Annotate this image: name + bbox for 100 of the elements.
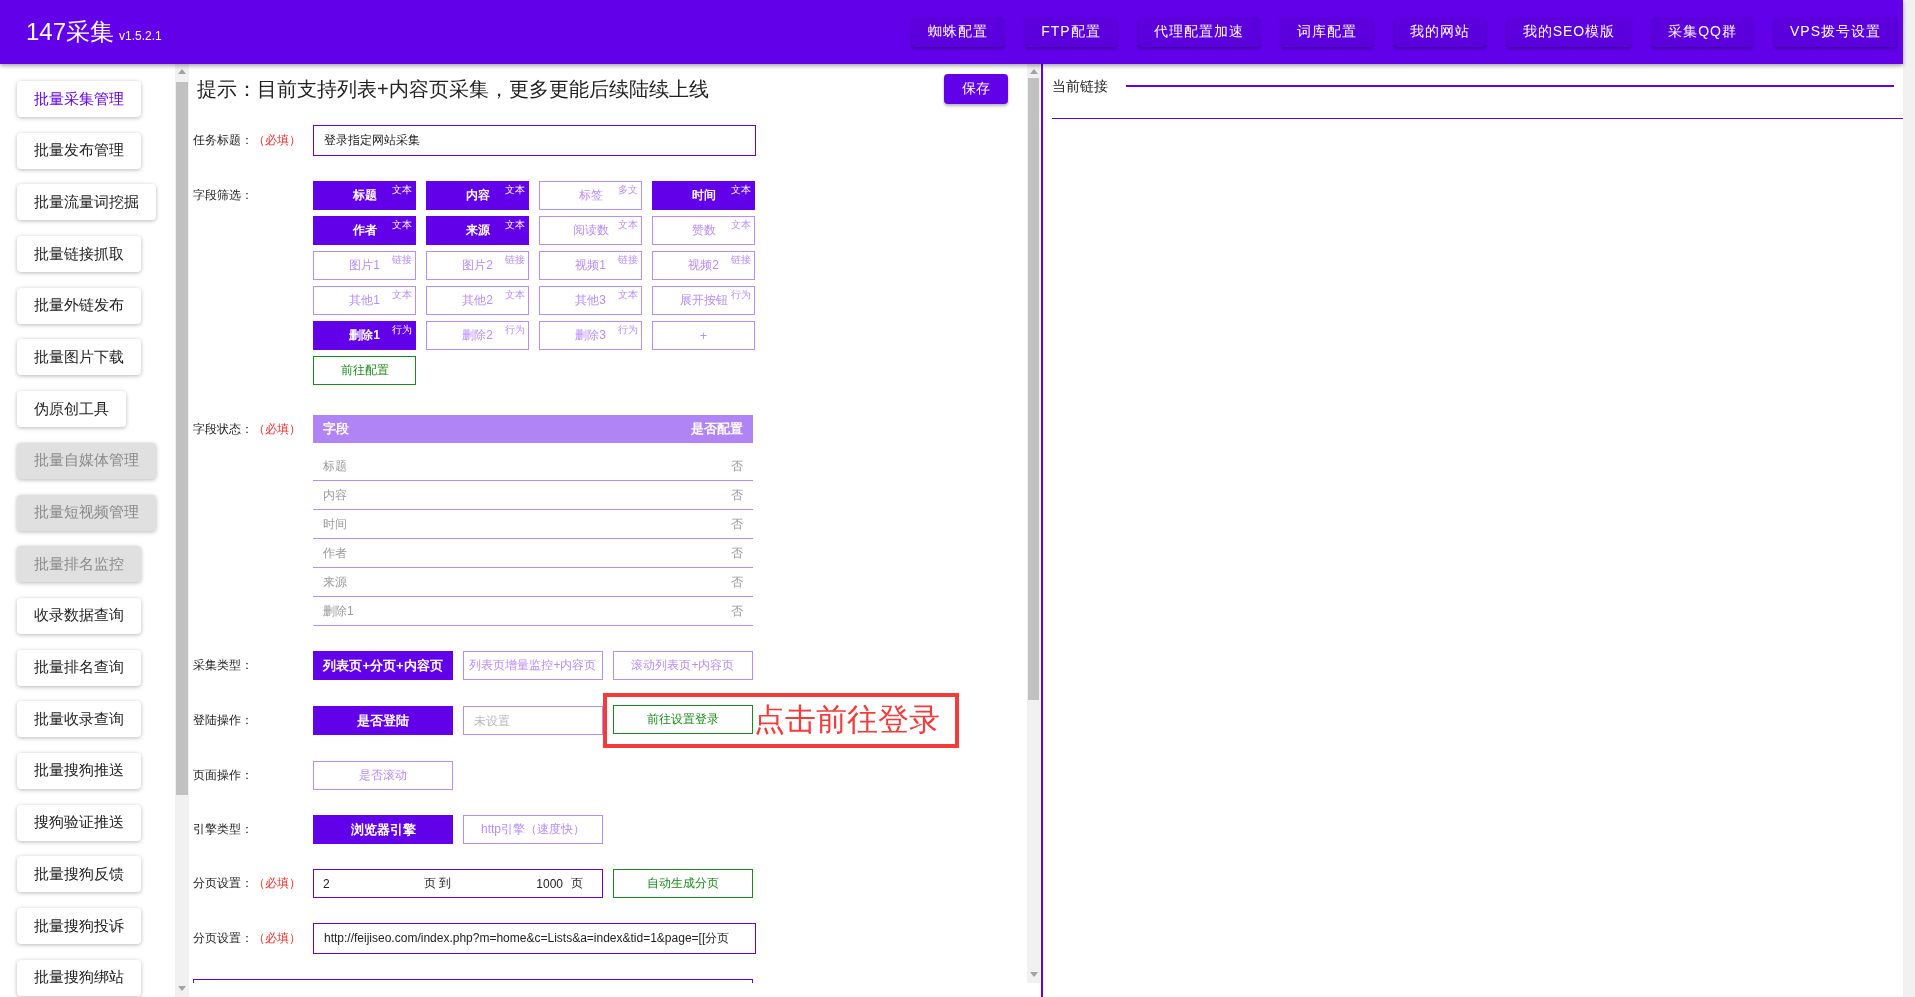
form-label: 字段筛选： [193, 187, 253, 204]
table-cell: 删除1 [323, 602, 354, 620]
field-toggle[interactable]: 内容 文本 [426, 181, 529, 210]
sidebar-item[interactable]: 批量外链发布 [17, 287, 141, 324]
table-cell: 否 [731, 457, 743, 475]
table-cell: 来源 [323, 573, 347, 591]
form-label: 引擎类型： [193, 821, 253, 838]
type-tag: 链接 [505, 254, 525, 266]
range-text: 页 到 [424, 875, 452, 892]
text-field[interactable]: http://feijiseo.com/index.php?m=home&c=Lists&a=index&tid=1&page=[[分页 [313, 923, 756, 954]
nav-button[interactable]: 我的SEO模版 [1506, 17, 1632, 47]
type-tag: 文本 [505, 289, 525, 301]
end-page-field[interactable]: 1000 [451, 873, 563, 894]
generate-pages-button[interactable]: 自动生成分页 [613, 869, 753, 898]
form-label: 登陆操作： [193, 712, 253, 729]
type-tag: 链接 [392, 254, 412, 266]
option-button[interactable]: 是否登陆 [313, 706, 453, 735]
type-tag: 链接 [731, 254, 751, 266]
form-label: 页面操作： [193, 767, 253, 784]
status-field[interactable]: 未设置 [463, 706, 603, 735]
sidebar-item[interactable]: 批量链接抓取 [17, 236, 141, 273]
table-cell: 否 [731, 602, 743, 620]
required-mark: （必填） [253, 132, 301, 149]
type-tag: 文本 [392, 289, 412, 301]
column-header: 是否配置 [691, 420, 743, 438]
login-setup-button[interactable]: 前往设置登录 [613, 705, 753, 734]
sidebar-item[interactable]: 批量采集管理 [17, 81, 141, 117]
annotation-text: 点击前往登录 [754, 704, 940, 735]
column-header: 字段 [323, 420, 349, 438]
nav-button[interactable]: VPS拨号设置 [1774, 17, 1897, 47]
table-cell: 否 [731, 515, 743, 533]
type-tag: 行为 [618, 324, 638, 336]
type-tag: 多文 [618, 184, 638, 196]
scroll-down-icon[interactable] [1029, 972, 1038, 977]
scrollbar-thumb[interactable] [176, 82, 188, 795]
form-label: 字段状态： [193, 421, 253, 438]
sidebar-item[interactable]: 收录数据查询 [17, 597, 141, 634]
configure-button[interactable]: 前往配置 [313, 356, 416, 385]
type-tag: 文本 [392, 219, 412, 231]
sidebar-item[interactable]: 批量图片下载 [17, 339, 141, 376]
field-toggle[interactable]: 作者 文本 [313, 216, 416, 245]
sidebar-item[interactable]: 批量发布管理 [17, 132, 141, 169]
type-tag: 行为 [505, 324, 525, 336]
table-cell: 作者 [323, 544, 347, 562]
field-toggle[interactable]: 标题 文本 [313, 181, 416, 210]
nav-button[interactable]: 我的网站 [1393, 17, 1486, 47]
link-label: 当前链接 [1052, 77, 1108, 96]
scroll-up-icon[interactable] [178, 69, 186, 74]
sidebar-item[interactable]: 批量搜狗投诉 [17, 908, 141, 944]
option-button[interactable]: 浏览器引擎 [313, 815, 453, 844]
scroll-up-icon[interactable] [1029, 69, 1038, 74]
scroll-down-icon[interactable] [178, 986, 186, 991]
form-label: 任务标题： [193, 132, 253, 149]
option-button[interactable]: 列表页+分页+内容页 [313, 651, 453, 680]
required-mark: （必填） [253, 875, 301, 892]
app-title: 147采集 [26, 17, 115, 47]
table-cell: 内容 [323, 486, 347, 504]
start-page-field[interactable]: 2 [314, 873, 414, 894]
scrollbar-thumb[interactable] [1028, 78, 1039, 700]
table-cell: 否 [731, 486, 743, 504]
field-toggle[interactable]: 时间 文本 [652, 181, 755, 210]
type-tag: 文本 [505, 219, 525, 231]
nav-button[interactable]: 采集QQ群 [1652, 17, 1753, 47]
sidebar-item[interactable]: 批量收录查询 [17, 701, 141, 738]
sidebar-item[interactable]: 批量流量词挖掘 [17, 184, 156, 221]
sidebar-item[interactable]: 搜狗验证推送 [17, 804, 141, 841]
nav-button[interactable]: 词库配置 [1280, 17, 1373, 47]
type-tag: 文本 [731, 184, 751, 196]
form-label: 分页设置： [193, 875, 253, 892]
type-tag: 链接 [618, 254, 638, 266]
form-label: 采集类型： [193, 657, 253, 674]
nav-button[interactable]: FTP配置 [1025, 17, 1117, 47]
type-tag: 文本 [731, 219, 751, 231]
sidebar-item[interactable]: 伪原创工具 [17, 391, 126, 428]
field-toggle[interactable]: 来源 文本 [426, 216, 529, 245]
nav-button[interactable]: 蜘蛛配置 [912, 17, 1005, 47]
type-tag: 文本 [392, 184, 412, 196]
form-label: 分页设置： [193, 930, 253, 947]
type-tag: 文本 [618, 219, 638, 231]
nav-button[interactable]: 代理配置加速 [1137, 17, 1260, 47]
unit-text: 页 [571, 875, 583, 892]
type-tag: 行为 [731, 289, 751, 301]
page-range-field[interactable]: 2 页 到 1000 页 [313, 869, 603, 898]
table-cell: 时间 [323, 515, 347, 533]
field-toggle[interactable]: 删除1 行为 [313, 321, 416, 350]
hint-text: 提示：目前支持列表+内容页采集，更多更能后续陆续上线 [197, 76, 709, 102]
table-cell: 否 [731, 544, 743, 562]
sidebar-item[interactable]: 批量排名查询 [17, 649, 141, 686]
sidebar-item[interactable]: 批量搜狗推送 [17, 752, 141, 789]
text-field[interactable]: 登录指定网站采集 [313, 125, 756, 156]
sidebar-item[interactable]: 批量搜狗反馈 [17, 856, 141, 893]
version-label: v1.5.2.1 [119, 29, 162, 43]
required-mark: （必填） [253, 421, 301, 438]
required-mark: （必填） [253, 930, 301, 947]
save-button[interactable]: 保存 [944, 74, 1008, 104]
table-cell: 标题 [323, 457, 347, 475]
sidebar-item[interactable]: 批量搜狗绑站 [17, 959, 141, 996]
type-tag: 行为 [392, 324, 412, 336]
type-tag: 文本 [618, 289, 638, 301]
table-cell: 否 [731, 573, 743, 591]
